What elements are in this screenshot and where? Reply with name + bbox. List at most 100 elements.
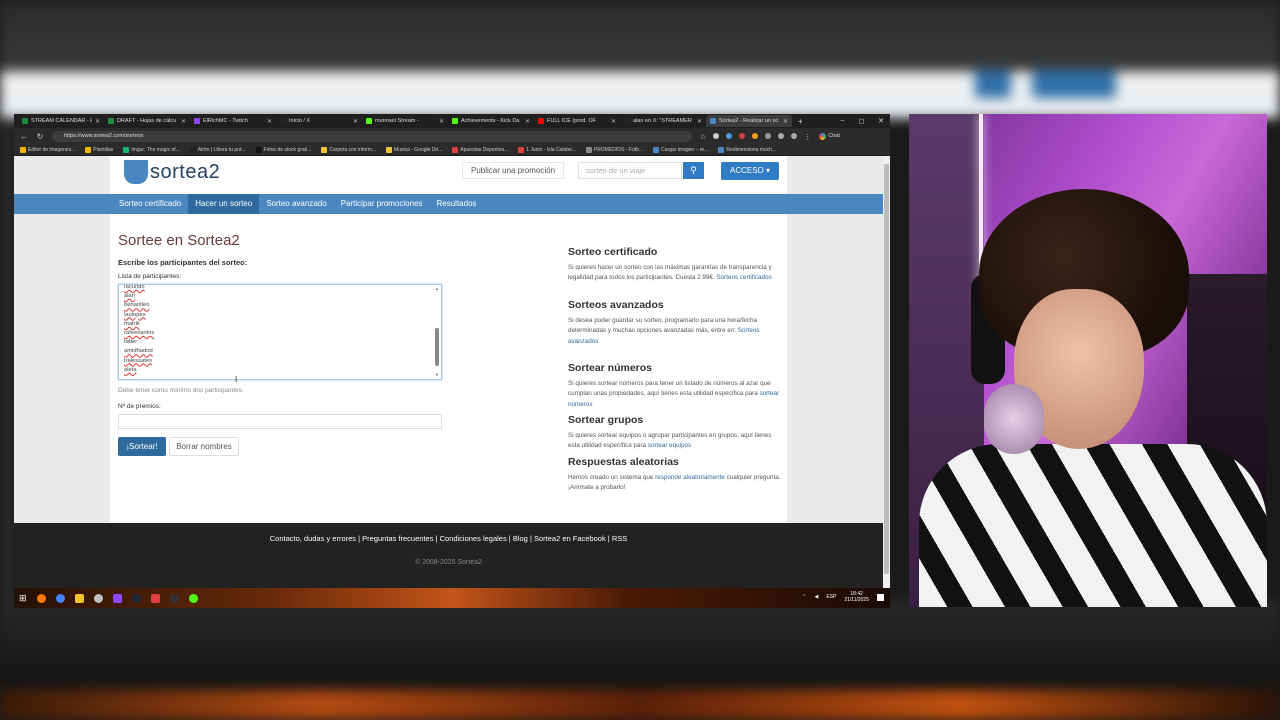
- footer-link[interactable]: Blog: [513, 534, 528, 543]
- sidebar-link[interactable]: Sorteos certificados: [716, 274, 771, 281]
- sidebar-link[interactable]: sortear equipos: [648, 442, 691, 449]
- scroll-down-icon[interactable]: ▼: [434, 372, 440, 378]
- textarea-scrollbar[interactable]: ▲ ▼: [434, 286, 440, 378]
- participants-textarea[interactable]: facundo alan benantleo laulopes matrik rafees…: [118, 284, 442, 380]
- tab-close-icon[interactable]: ✕: [267, 118, 272, 125]
- bookmark-item[interactable]: 1 Junio - Isla Calabe...: [518, 146, 576, 153]
- system-tray: ⌃ ◀ ESP 18:42 21/11/2025: [802, 591, 884, 603]
- prizes-input[interactable]: [118, 414, 442, 429]
- notification-icon[interactable]: [877, 593, 884, 601]
- tab-close-icon[interactable]: ✕: [439, 118, 444, 125]
- bookmark-item[interactable]: Redimensiona much...: [718, 146, 776, 153]
- bookmark-item[interactable]: Musica - Google Dri...: [386, 146, 442, 153]
- menu-dots-icon[interactable]: ⋮: [804, 133, 811, 141]
- footer-link[interactable]: Condiciones legales: [440, 534, 507, 543]
- nav-item[interactable]: Sorteo avanzado: [259, 194, 334, 214]
- site-search-input[interactable]: sorteo de un viaje: [578, 162, 682, 179]
- browser-tab[interactable]: Inicio / X ✕: [276, 115, 362, 127]
- windows-start-icon[interactable]: ⊞: [19, 593, 27, 604]
- nav-item[interactable]: Resultados: [430, 194, 484, 214]
- publish-promo-button[interactable]: Publicar una promoción: [462, 162, 565, 179]
- footer-link[interactable]: Sortea2 en Facebook: [534, 534, 606, 543]
- taskbar-app-icon[interactable]: [169, 593, 179, 603]
- audio-extension-icon[interactable]: [726, 133, 733, 139]
- puzzle-icon[interactable]: [778, 133, 785, 139]
- language-indicator[interactable]: ESP: [826, 594, 836, 600]
- tray-chevron-icon[interactable]: ⌃: [802, 594, 806, 600]
- pen-extension-icon[interactable]: [713, 133, 720, 139]
- maximize-button[interactable]: ◻: [858, 117, 864, 125]
- record-extension-icon[interactable]: [739, 133, 746, 139]
- taskbar-app-icon[interactable]: [112, 593, 122, 603]
- tab-close-icon[interactable]: ✕: [95, 118, 100, 125]
- taskbar-app-icon[interactable]: [93, 593, 103, 603]
- page-scrollbar[interactable]: [883, 156, 890, 596]
- star-icon[interactable]: ☆: [700, 133, 706, 141]
- bookmark-item[interactable]: Fotos de stock grati...: [255, 146, 311, 153]
- nav-item[interactable]: Participar promociones: [334, 194, 430, 214]
- reload-icon[interactable]: ↻: [36, 132, 44, 141]
- tab-close-icon[interactable]: ✕: [611, 118, 616, 125]
- browser-tab[interactable]: STREAM CALENDAR - H ✕: [18, 115, 104, 127]
- taskbar-app-icon[interactable]: [55, 593, 65, 603]
- nav-item[interactable]: Hacer un sorteo: [188, 194, 260, 214]
- address-bar[interactable]: https://www.sortea2.com/sorteos: [52, 130, 692, 142]
- back-icon[interactable]: ←: [20, 132, 28, 141]
- bookmark-item[interactable]: Editor de imagenes...: [20, 146, 76, 153]
- chat-button[interactable]: Chat: [819, 132, 840, 140]
- footer-link[interactable]: Preguntas frecuentes: [362, 534, 433, 543]
- scroll-up-icon[interactable]: ▲: [434, 286, 440, 292]
- bookmark-item[interactable]: Plantillas: [85, 146, 113, 153]
- participant-line: laulopes: [124, 311, 146, 318]
- browser-tab[interactable]: Sortea2 - Realizar un so ✕: [706, 115, 792, 127]
- tab-close-icon[interactable]: ✕: [181, 118, 186, 125]
- tab-favicon-icon: [22, 118, 28, 124]
- search-button[interactable]: ⚲: [683, 162, 704, 179]
- bookmark-item[interactable]: Airtm | Libera tu pot...: [189, 146, 246, 153]
- clock[interactable]: 18:42 21/11/2025: [844, 591, 869, 603]
- taskbar-folder-icon[interactable]: [74, 593, 84, 603]
- sortea2-logo[interactable]: sortea2: [124, 160, 220, 184]
- taskbar-app-icon[interactable]: [36, 593, 46, 603]
- taskbar-steam-icon[interactable]: [131, 593, 141, 603]
- tab-close-icon[interactable]: ✕: [783, 118, 788, 125]
- tab-label: FULL ICE (prod. OF: [547, 118, 597, 124]
- minimize-button[interactable]: –: [840, 117, 844, 125]
- sidebar-heading: Sortear números: [568, 362, 653, 374]
- volume-icon[interactable]: ◀: [814, 594, 818, 600]
- acceso-button[interactable]: ACCESO ▾: [721, 162, 779, 180]
- bookmark-item[interactable]: Apuestas Deportiva...: [452, 146, 508, 153]
- browser-tab[interactable]: munnset Stream - ✕: [362, 115, 448, 127]
- sidebar-link[interactable]: responde aleatoriamente: [655, 474, 725, 481]
- footer-link[interactable]: RSS: [612, 534, 627, 543]
- refresh-extension-icon[interactable]: [765, 133, 772, 139]
- browser-tab[interactable]: alan en X: "STREAMER ✕: [620, 115, 706, 127]
- browser-tab[interactable]: DRAFT - Hojas de cálcu ✕: [104, 115, 190, 127]
- tab-close-icon[interactable]: ✕: [525, 118, 530, 125]
- browser-tab[interactable]: FULL ICE (prod. OF ✕: [534, 115, 620, 127]
- taskbar-app-icon[interactable]: [150, 593, 160, 603]
- bookmark-item[interactable]: Imgur: The magic of...: [123, 146, 180, 153]
- tab-close-icon[interactable]: ✕: [353, 118, 358, 125]
- page-scroll-thumb[interactable]: [884, 164, 889, 574]
- tab-close-icon[interactable]: ✕: [697, 118, 702, 125]
- bookmark-label: Editor de imagenes...: [28, 146, 76, 153]
- browser-tab[interactable]: Achievements - Kick Da ✕: [448, 115, 534, 127]
- nav-item[interactable]: Sorteo certificado: [112, 194, 188, 214]
- new-tab-button[interactable]: +: [798, 117, 803, 126]
- page-title: Sortee en Sortea2: [118, 232, 240, 249]
- close-window-button[interactable]: ✕: [878, 117, 884, 125]
- bookmark-panel-icon[interactable]: [791, 133, 798, 139]
- bookmark-item[interactable]: Cargar imagen – re...: [653, 146, 708, 153]
- participants-list: facundo alan benantleo laulopes matrik rafees…: [124, 285, 154, 375]
- tab-favicon-icon: [194, 118, 200, 124]
- bookmark-item[interactable]: PROMEDIOS - Fútb...: [585, 146, 643, 153]
- scroll-thumb[interactable]: [435, 328, 439, 366]
- sortear-button[interactable]: ¡Sortear!: [118, 437, 166, 456]
- clear-names-button[interactable]: Borrar nombres: [169, 437, 239, 456]
- bookmark-item[interactable]: Carpeta con inform...: [321, 146, 376, 153]
- taskbar-app-icon[interactable]: [188, 593, 198, 603]
- browser-tab[interactable]: ElRichMC - Twitch ✕: [190, 115, 276, 127]
- play-extension-icon[interactable]: [752, 133, 759, 139]
- footer-link[interactable]: Contacto, dudas y errores: [270, 534, 356, 543]
